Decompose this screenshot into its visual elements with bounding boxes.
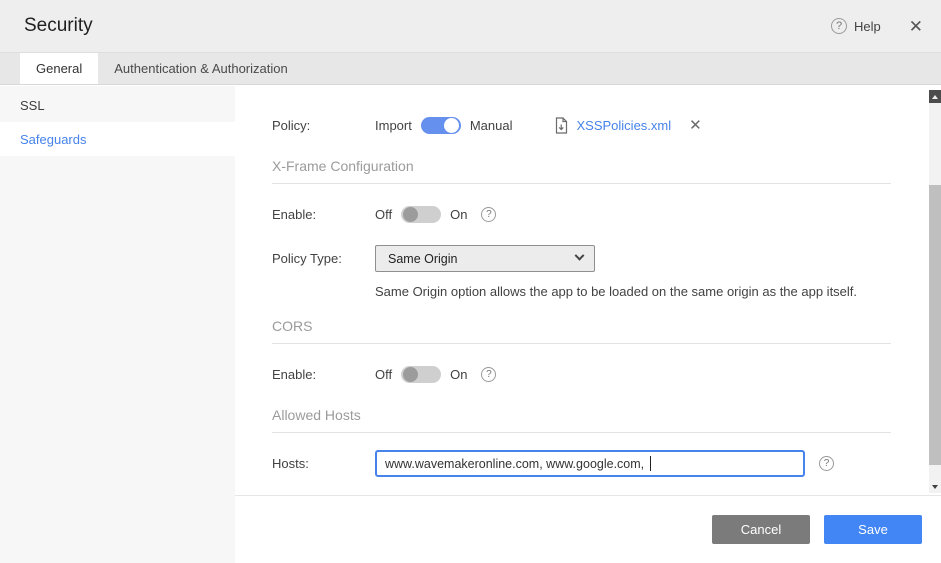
on-label[interactable]: On	[450, 367, 467, 382]
section-heading-xframe: X-Frame Configuration	[272, 158, 414, 174]
sidebar: SSL Safeguards	[0, 86, 235, 563]
on-label[interactable]: On	[450, 207, 467, 222]
arrow-up-icon	[932, 94, 938, 99]
close-icon[interactable]: ✕	[909, 18, 923, 35]
tab-bar: General Authentication & Authorization	[0, 52, 941, 85]
safeguards-form: Policy: Import Manual XSSPolicies.xml ✕	[272, 86, 891, 477]
page-title: Security	[24, 15, 93, 36]
cors-enable-row: Enable: Off On ?	[272, 361, 891, 388]
remove-file-icon[interactable]: ✕	[689, 118, 702, 133]
save-button[interactable]: Save	[824, 515, 922, 544]
sidebar-item-ssl[interactable]: SSL	[0, 88, 235, 122]
xframe-enable-row: Enable: Off On ?	[272, 201, 891, 228]
tab-authentication-authorization[interactable]: Authentication & Authorization	[98, 53, 303, 84]
hosts-help-icon[interactable]: ?	[819, 456, 834, 471]
policy-type-description: Same Origin option allows the app to be …	[375, 284, 858, 299]
dialog-header: Security ? Help ✕	[0, 0, 941, 52]
hosts-input-value: www.wavemakeronline.com, www.google.com,	[385, 456, 648, 471]
imported-file-chip: XSSPolicies.xml	[554, 117, 671, 134]
divider	[272, 343, 891, 344]
scrollbar[interactable]	[929, 90, 941, 493]
xframe-enable-label: Enable:	[272, 207, 317, 222]
hosts-label: Hosts:	[272, 456, 309, 471]
off-label[interactable]: Off	[375, 367, 392, 382]
cancel-button[interactable]: Cancel	[712, 515, 810, 544]
tab-general[interactable]: General	[20, 53, 99, 84]
manual-option-label[interactable]: Manual	[470, 118, 513, 133]
import-option-label[interactable]: Import	[375, 118, 412, 133]
policy-type-row: Policy Type: Same Origin	[272, 245, 891, 272]
chevron-down-icon	[574, 250, 585, 261]
section-heading-allowed-hosts: Allowed Hosts	[272, 407, 361, 423]
scroll-down-button[interactable]	[929, 480, 941, 493]
scroll-thumb[interactable]	[929, 185, 941, 465]
policy-type-value: Same Origin	[388, 251, 458, 266]
toggle-knob	[403, 367, 419, 382]
section-heading-cors: CORS	[272, 318, 313, 334]
cors-help-icon[interactable]: ?	[481, 367, 497, 382]
cors-enable-toggle[interactable]	[401, 366, 442, 383]
toggle-knob	[403, 207, 419, 222]
help-icon: ?	[831, 18, 847, 34]
divider	[272, 432, 891, 433]
hosts-row: Hosts: www.wavemakeronline.com, www.goog…	[272, 450, 891, 477]
security-dialog: Security ? Help ✕ General Authentication…	[0, 0, 941, 563]
dialog-footer: Cancel Save	[235, 495, 941, 563]
policy-mode-toggle[interactable]	[420, 117, 461, 134]
off-label[interactable]: Off	[375, 207, 392, 222]
xframe-enable-toggle[interactable]	[401, 206, 442, 223]
policy-type-select[interactable]: Same Origin	[375, 245, 595, 272]
content-panel: Policy: Import Manual XSSPolicies.xml ✕	[235, 86, 941, 495]
xss-policies-file-link[interactable]: XSSPolicies.xml	[576, 118, 671, 133]
hosts-input[interactable]: www.wavemakeronline.com, www.google.com,	[375, 450, 805, 477]
arrow-down-icon	[932, 484, 938, 489]
sidebar-item-safeguards[interactable]: Safeguards	[0, 122, 235, 156]
policy-label: Policy:	[272, 118, 311, 133]
scroll-up-button[interactable]	[929, 90, 941, 103]
xframe-help-icon[interactable]: ?	[481, 207, 497, 222]
toggle-knob	[443, 118, 459, 133]
policy-type-label: Policy Type:	[272, 251, 342, 266]
cors-enable-label: Enable:	[272, 367, 317, 382]
text-caret	[649, 456, 651, 471]
divider	[272, 183, 891, 184]
help-button[interactable]: ? Help	[831, 18, 881, 34]
help-label: Help	[854, 18, 881, 34]
policy-row: Policy: Import Manual XSSPolicies.xml ✕	[272, 112, 891, 139]
import-file-icon	[554, 117, 569, 134]
header-actions: ? Help ✕	[831, 18, 923, 35]
